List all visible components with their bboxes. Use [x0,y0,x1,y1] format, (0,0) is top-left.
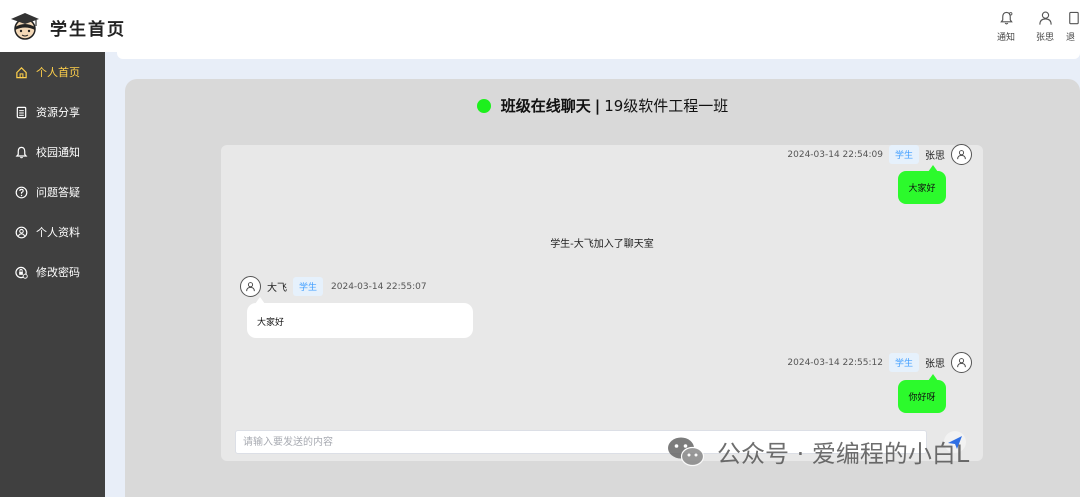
sidebar-item-label: 个人资料 [36,226,80,239]
sidebar-item-password[interactable]: 修改密码 [0,252,105,292]
sidebar-item-profile[interactable]: 个人资料 [0,212,105,252]
bell-icon [15,146,28,158]
avatar[interactable] [240,276,261,297]
chat-room-title: 班级在线聊天 | 19级软件工程一班 [125,95,1080,116]
wechat-icon [668,437,705,466]
watermark-text: 公众号 · 爱编程的小白L [717,440,970,468]
student-logo-icon [11,13,39,40]
sender-name: 张思 [925,151,945,162]
sidebar-item-label: 个人首页 [36,66,80,79]
message-time: 2024-03-14 22:54:09 [787,149,883,160]
user-circle-icon [15,226,28,238]
avatar[interactable] [951,352,972,373]
user-icon [957,358,966,368]
username-label: 张思 [1035,33,1054,43]
sidebar-item-home[interactable]: 个人首页 [0,52,105,92]
logout-button[interactable]: 退 [1066,10,1080,43]
user-icon [246,282,255,292]
main-content: 班级在线聊天 | 19级软件工程一班 2024-03-14 22:54:09 学生 … [105,52,1080,497]
sidebar: 个人首页 资源分享 校园通知 问题答疑 个人资料 修改密码 [0,52,105,497]
logout-icon [1069,11,1079,25]
top-strip [117,52,1080,59]
lock-icon [15,266,28,279]
sender-name: 张思 [925,359,945,370]
class-name: 19级软件工程一班 [604,97,729,115]
user-icon [1038,11,1052,25]
avatar[interactable] [951,144,972,165]
sidebar-item-qa[interactable]: 问题答疑 [0,172,105,212]
bell-icon [999,11,1013,25]
question-icon [15,186,28,198]
header: 学生首页 通知 张思 退 [0,0,1080,52]
sidebar-item-label: 修改密码 [36,266,80,279]
sidebar-item-label: 资源分享 [36,106,80,119]
home-icon [16,66,27,78]
profile-button[interactable]: 张思 [1030,10,1060,43]
sidebar-item-label: 问题答疑 [36,186,80,199]
sidebar-item-resources[interactable]: 资源分享 [0,92,105,132]
watermark: 公众号 · 爱编程的小白L [667,434,969,469]
room-name: 班级在线聊天 [500,97,591,115]
message-time: 2024-03-14 22:55:12 [787,357,883,368]
document-icon [16,106,27,118]
chat-message-area[interactable]: 2024-03-14 22:54:09 学生 张思 大家好 学生-大飞加入了聊天… [221,144,983,461]
message-meta: 2024-03-14 22:55:12 学生 张思 [787,352,972,373]
role-tag: 学生 [293,277,324,296]
notification-label: 通知 [996,33,1015,43]
notification-button[interactable]: 通知 [991,10,1021,43]
message-bubble: 大家好 [247,297,473,338]
system-message: 学生-大飞加入了聊天室 [550,239,654,250]
sidebar-item-notices[interactable]: 校园通知 [0,132,105,172]
title-separator: | [594,97,601,115]
message-bubble: 你好呀 [898,374,946,413]
message-meta: 大飞 学生 2024-03-14 22:55:07 [240,276,427,297]
online-status-dot [476,99,491,113]
message-bubble: 大家好 [898,165,946,204]
page-title: 学生首页 [50,20,126,40]
logout-label: 退 [1066,33,1076,43]
role-tag: 学生 [888,353,919,372]
user-icon [957,150,966,160]
message-time: 2024-03-14 22:55:07 [331,281,427,292]
message-meta: 2024-03-14 22:54:09 学生 张思 [787,144,972,165]
role-tag: 学生 [888,145,919,164]
sender-name: 大飞 [267,283,287,294]
sidebar-item-label: 校园通知 [36,146,80,159]
